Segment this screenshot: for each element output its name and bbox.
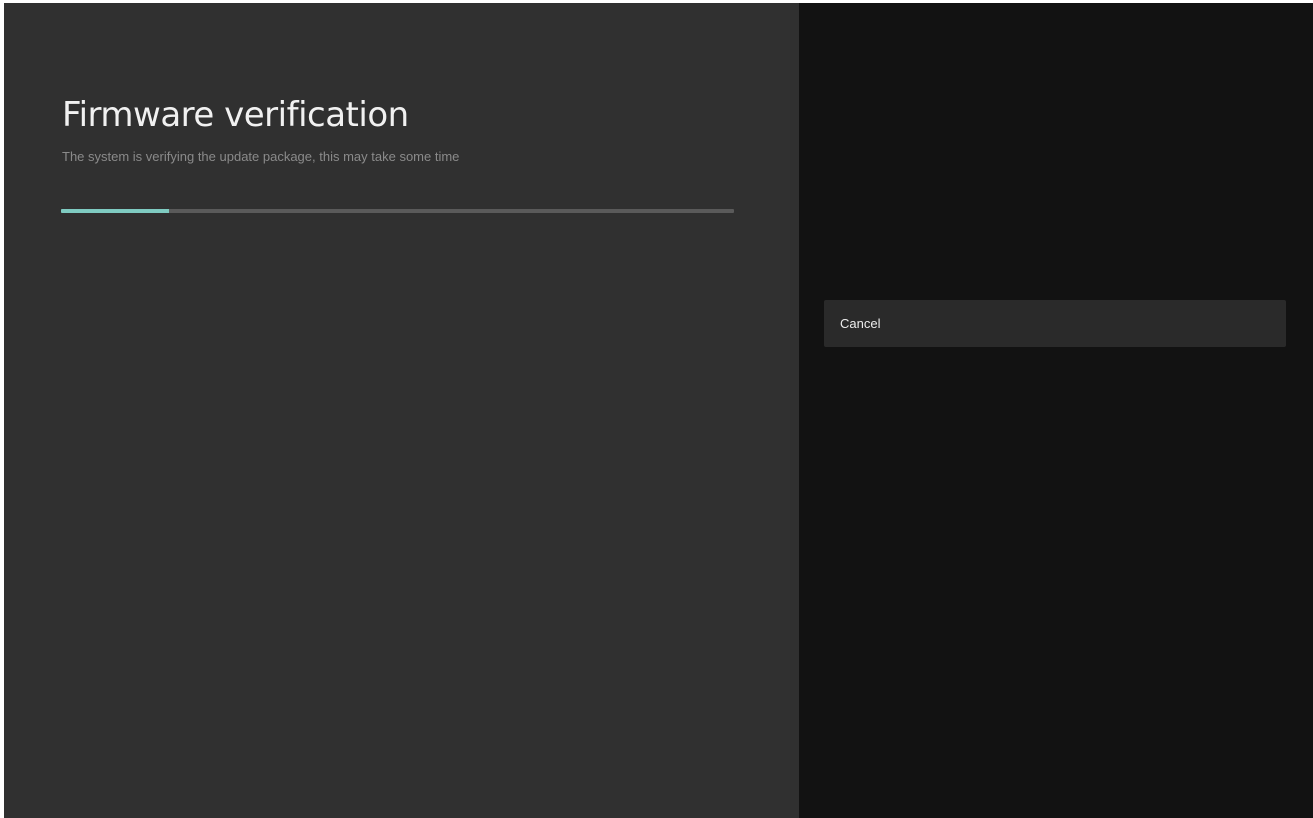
guidance-panel: Firmware verification The system is veri… xyxy=(4,3,799,818)
cancel-button[interactable]: Cancel xyxy=(824,300,1286,347)
verification-progress-fill xyxy=(61,209,169,213)
actions-panel: Cancel xyxy=(799,3,1313,818)
cancel-button-label: Cancel xyxy=(840,316,881,331)
page-description: The system is verifying the update packa… xyxy=(62,149,460,164)
verification-progress-bar xyxy=(61,209,734,213)
update-screen: Firmware verification The system is veri… xyxy=(4,3,1313,818)
page-title: Firmware verification xyxy=(62,95,409,135)
action-list: Cancel xyxy=(824,300,1286,347)
